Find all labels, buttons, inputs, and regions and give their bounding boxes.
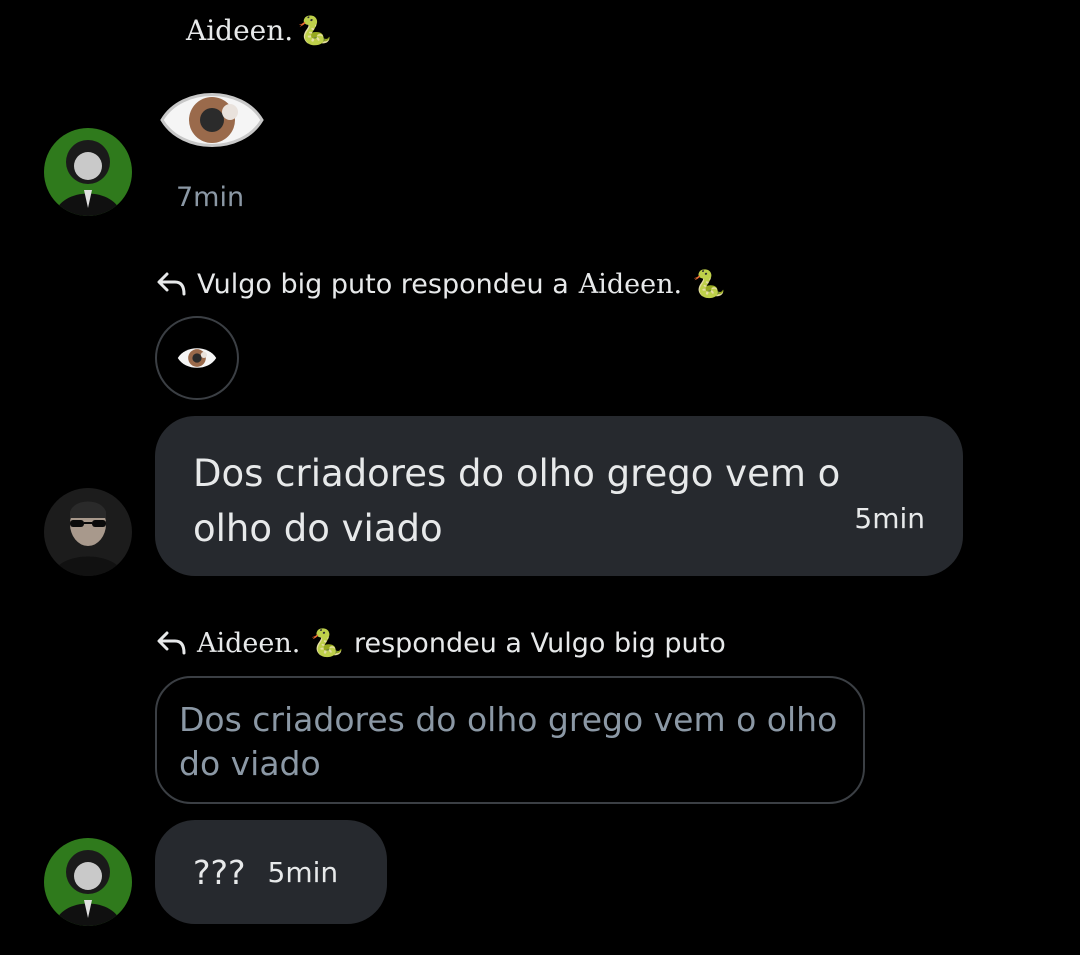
quoted-message[interactable]: Dos criadores do olho grego vem o olho d… (155, 676, 865, 804)
avatar[interactable] (44, 838, 132, 926)
message-text-line: olho do viado (193, 507, 443, 550)
snake-emoji: 🐍 (297, 14, 333, 47)
reply-arrow-icon (157, 631, 186, 655)
avatar[interactable] (44, 488, 132, 576)
message-text: ??? (193, 852, 246, 892)
eye-icon (177, 348, 217, 368)
message-timestamp: 7min (176, 182, 245, 213)
snake-emoji: 🐍 (310, 628, 344, 659)
eye-emoji-message[interactable] (160, 82, 264, 158)
reply-header-text: respondeu a Vulgo big puto (353, 627, 726, 659)
quoted-text: Dos criadores do olho grego vem o olho d… (179, 700, 838, 783)
reply-header-text: Vulgo big puto respondeu a (197, 268, 569, 300)
quoted-message[interactable] (155, 316, 239, 400)
sender-name-text: Aideen. (186, 14, 294, 47)
message-timestamp: 5min (267, 855, 339, 889)
sender-name: Aideen. 🐍 (186, 14, 332, 47)
reply-header: Aideen. 🐍 respondeu a Vulgo big puto (155, 627, 726, 659)
message-bubble[interactable]: Dos criadores do olho grego vem o olho d… (155, 416, 963, 576)
message-timestamp: 5min (854, 502, 925, 535)
message-bubble[interactable]: ??? 5min (155, 820, 387, 924)
snake-emoji: 🐍 (692, 269, 726, 300)
reply-target-name: Aideen. (578, 268, 683, 300)
avatar[interactable] (44, 128, 132, 216)
reply-arrow-icon (157, 272, 186, 296)
eye-icon (160, 93, 264, 147)
reply-sender-name: Aideen. (197, 627, 301, 659)
message-text: Dos criadores do olho grego vem o olho d… (193, 446, 883, 556)
reply-header: Vulgo big puto respondeu a Aideen. 🐍 (155, 268, 726, 300)
message-text-line: Dos criadores do olho grego vem o (193, 452, 841, 495)
